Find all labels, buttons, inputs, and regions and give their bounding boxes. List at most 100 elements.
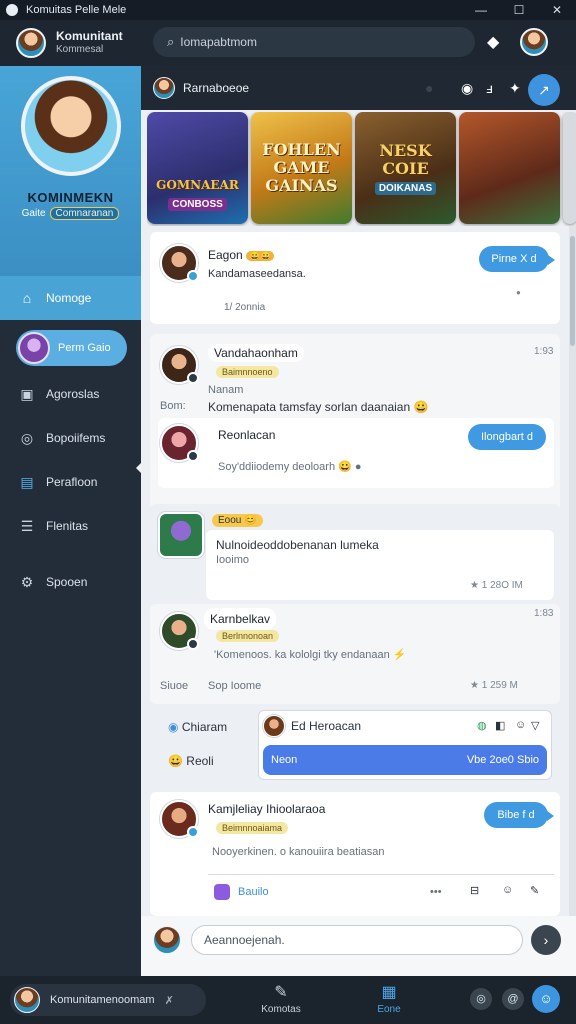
filter-icon[interactable]: ▽ (531, 719, 539, 732)
chip-chiaram[interactable]: ◉ Chiaram (168, 720, 227, 734)
sidebar-item-chat[interactable]: ▤ Perafloon (0, 460, 141, 504)
game-card-2[interactable]: FOHLEN GAME GAINAS (251, 112, 352, 224)
game-bar: Rarnaboeoe ● ◉ ⅎ ✦ ↗ (141, 66, 576, 110)
copy-icon[interactable]: ◧ (495, 719, 505, 732)
header: Komunitant Kommesal ⌕ Iomapabtmom ◆ (0, 20, 576, 66)
message-text: 'Komenoos. ka kololgi tky endanaan ⚡ (214, 649, 407, 661)
meta-left: Siuoe (160, 680, 189, 692)
message-text: Soy'ddiiodemy deoloarh 😀 ● (218, 461, 362, 473)
message-subtext: Nanam (208, 384, 244, 396)
minimize-button[interactable]: — (462, 3, 500, 17)
sidebar-item-explore[interactable]: ◎ Bopoiifems (0, 416, 141, 460)
game-card-title: GOMNAEAR (156, 177, 239, 192)
wand-icon[interactable]: ✦ (509, 80, 521, 97)
game-bar-avatar[interactable] (153, 77, 175, 99)
sidebar-item-game[interactable]: Perm Gaio (16, 330, 127, 366)
message-text: Nooyerkinen. o kanouiira beatiasan (212, 846, 385, 858)
diamond-icon[interactable]: ◆ (487, 32, 499, 52)
game-bar-title: Rarnaboeoe (183, 81, 250, 95)
status-pill[interactable]: Komunitamenoomam ✗ (10, 984, 206, 1016)
chat-feed: Eagon 😀😀 Kandamaseedansa. 1/ 2onnia Pirn… (141, 226, 569, 916)
game-card-4[interactable] (459, 112, 560, 224)
app-icon (6, 4, 18, 16)
reaction-badge[interactable]: Eoou 😊 (212, 514, 263, 527)
action-card: ◉ Chiaram 😀 Reoli Ed Heroacan ◍ ◧ ☺ ▽ Ne… (150, 706, 560, 782)
emoji-icon: 😀 (168, 754, 187, 768)
message-label: Bom: (160, 400, 186, 412)
sidebar: KOMINMEKN Gaite Comnaranan ⌂ Nomoge Perm… (0, 66, 141, 976)
moon-icon[interactable]: ● (425, 80, 433, 96)
status-avatar (14, 987, 40, 1013)
sidebar-item-list[interactable]: ☰ Flenitas (0, 504, 141, 548)
progress-bar[interactable]: Neon Vbe 2oe0 Sbio (263, 745, 547, 775)
community-title: Komunitant (56, 29, 123, 43)
maximize-button[interactable]: ☐ (500, 3, 538, 17)
avatar[interactable] (160, 424, 199, 462)
more-icon[interactable]: ••• (430, 886, 442, 898)
search-input[interactable]: ⌕ Iomapabtmom (153, 27, 475, 57)
scrollbar[interactable] (569, 226, 576, 916)
bell-icon[interactable]: ◎ (470, 988, 492, 1010)
avatar[interactable] (263, 715, 285, 737)
community-avatar[interactable] (16, 28, 46, 58)
status-text: Komunitamenoomam (50, 994, 155, 1006)
status-edit-icon[interactable]: ✗ (165, 994, 174, 1007)
author-name: Vandahaonham (208, 344, 304, 362)
window-title: Komuitas Pelle Mele (26, 4, 127, 16)
circle-icon[interactable]: ◉ (461, 80, 473, 97)
message-stats: ★ 1 28O IM (470, 580, 523, 591)
game-bar-action-button[interactable]: ↗ (528, 74, 560, 106)
send-button[interactable]: › (531, 925, 561, 955)
online-status-icon (187, 270, 199, 282)
emoji-icon[interactable]: ☺ (502, 884, 513, 896)
profile-fab[interactable]: ☺ (532, 985, 560, 1013)
message-meta: 1/ 2onnia (224, 302, 266, 313)
progress-label: Neon (271, 754, 298, 766)
game-card-5[interactable] (563, 112, 576, 224)
author-tag: Beimnnoaiama (216, 822, 289, 834)
sidebar-pill-wrap: Perm Gaio (0, 320, 141, 372)
chip-label: Reoli (186, 754, 214, 768)
timestamp: 1:83 (534, 608, 554, 619)
message-subtext: Iooimo (216, 554, 250, 566)
reply-button[interactable]: Pirne X d (479, 246, 555, 272)
game-card-1[interactable]: GOMNAEAR CONBOSS (147, 112, 248, 224)
composer-avatar (153, 926, 181, 954)
progress-value: Vbe 2oe0 Sbio (466, 754, 539, 766)
image-icon: ▣ (20, 385, 34, 402)
message-card: Eoou 😊 Nulnoideoddobenanan lumeka Iooimo… (150, 504, 560, 604)
profile-avatar-large[interactable] (20, 76, 121, 176)
sidebar-item-label: Bopoiifems (46, 431, 106, 445)
sidebar-item-settings[interactable]: ⚙ Spooen (0, 560, 141, 604)
edit-icon[interactable]: ✎ (530, 884, 539, 897)
avatar[interactable] (158, 512, 204, 558)
reply-button[interactable]: Bibe f d (484, 802, 554, 828)
reply-button[interactable]: Ilongbart d (468, 424, 546, 450)
sidebar-item-home[interactable]: ⌂ Nomoge (0, 276, 141, 320)
share-icon[interactable]: ⅎ (486, 80, 493, 96)
chip-reoli[interactable]: 😀 Reoli (168, 754, 214, 768)
attach-icon[interactable]: ⊟ (470, 884, 479, 897)
avatar[interactable] (160, 346, 199, 384)
calendar-tab-icon: ▦ (381, 984, 397, 1001)
reply-link[interactable]: Bauilo (214, 884, 269, 900)
message-input[interactable]: Aeannoejenah. (191, 925, 523, 955)
emoji-react-icon[interactable]: ☺ (515, 719, 526, 731)
sidebar-item-gallery[interactable]: ▣ Agoroslas (0, 372, 141, 416)
avatar[interactable] (160, 244, 199, 282)
gear-icon: ⚙ (20, 573, 34, 590)
game-card-3[interactable]: NESK COIE DOIKANAS (355, 112, 456, 224)
avatar[interactable] (160, 612, 199, 650)
close-button[interactable]: ✕ (538, 3, 576, 17)
tab-label: Komotas (261, 1004, 301, 1015)
location-icon[interactable]: ◍ (477, 719, 487, 732)
more-dot-icon[interactable]: ● (516, 288, 521, 297)
at-icon[interactable]: @ (502, 988, 524, 1010)
tab-komotas[interactable]: ✎ Komotas (251, 982, 311, 1015)
scrollbar-thumb[interactable] (570, 236, 575, 346)
online-status-icon (187, 638, 199, 650)
profile-avatar[interactable] (520, 28, 548, 56)
tab-eone[interactable]: ▦ Eone (359, 982, 419, 1015)
timestamp: 1:93 (534, 346, 554, 357)
avatar[interactable] (160, 800, 199, 838)
